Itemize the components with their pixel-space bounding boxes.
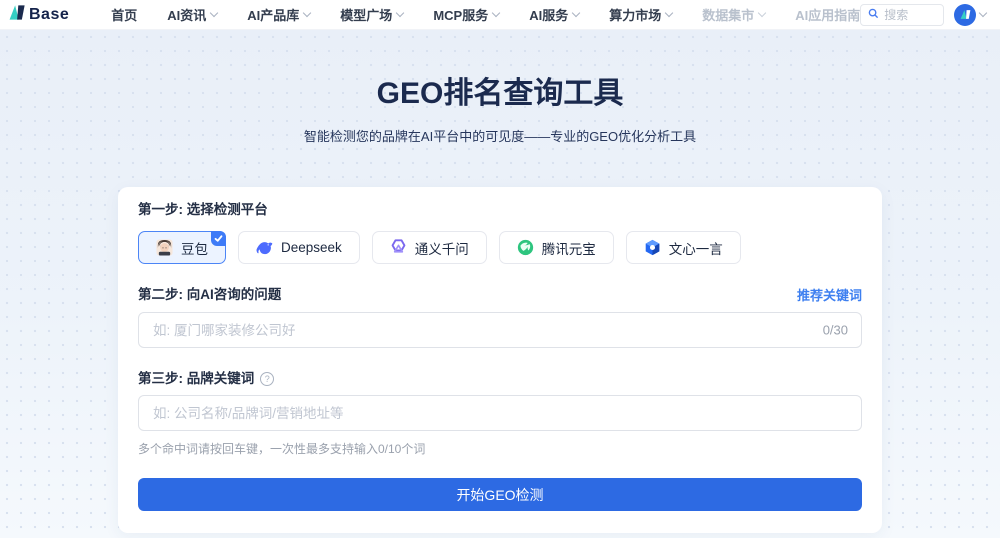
search-box[interactable] <box>860 4 944 26</box>
question-input[interactable] <box>138 312 862 348</box>
chevron-down-icon <box>758 9 766 17</box>
nav-item-3[interactable]: AI产品库 <box>247 5 310 24</box>
selected-check-icon <box>211 231 226 246</box>
tongyi-icon <box>390 239 407 256</box>
chevron-down-icon <box>210 9 218 17</box>
geo-query-card: 第一步: 选择检测平台 豆包 Deepseek 通义千问 腾讯元宝 文心一言 第… <box>118 187 882 533</box>
platform-option-Deepseek[interactable]: Deepseek <box>238 231 360 264</box>
platform-option-豆包[interactable]: 豆包 <box>138 231 226 264</box>
nav-item-8[interactable]: 数据集市 <box>702 5 765 24</box>
nav-item-5[interactable]: MCP服务 <box>433 5 499 24</box>
start-geo-check-button[interactable]: 开始GEO检测 <box>138 478 862 511</box>
platform-option-文心一言[interactable]: 文心一言 <box>626 231 741 264</box>
chevron-down-icon <box>492 9 500 17</box>
logo-text: Base <box>29 6 69 24</box>
nav-item-6[interactable]: AI服务 <box>529 5 579 24</box>
platform-option-腾讯元宝[interactable]: 腾讯元宝 <box>499 231 614 264</box>
chevron-down-icon <box>396 9 404 17</box>
deepseek-icon <box>256 239 273 256</box>
platform-options: 豆包 Deepseek 通义千问 腾讯元宝 文心一言 <box>138 231 862 264</box>
step1-label: 第一步: 选择检测平台 <box>138 202 862 218</box>
brand-keywords-input[interactable] <box>138 395 862 431</box>
chevron-down-icon <box>572 9 580 17</box>
nav-item-2[interactable]: AI资讯 <box>167 5 217 24</box>
platform-option-通义千问[interactable]: 通义千问 <box>372 231 487 264</box>
nav-item-9[interactable]: AI应用指南 <box>795 5 860 24</box>
help-icon[interactable]: ? <box>260 372 274 386</box>
doubao-icon <box>156 239 173 256</box>
aibase-logo-icon <box>8 3 27 27</box>
avatar[interactable] <box>954 4 976 26</box>
page-title: GEO排名查询工具 <box>0 76 1000 112</box>
question-char-counter: 0/30 <box>823 323 848 338</box>
aibase-logo[interactable]: Base <box>8 3 69 27</box>
step2-label: 第二步: 向AI咨询的问题 <box>138 287 281 303</box>
wenxin-icon <box>644 239 661 256</box>
nav-item-7[interactable]: 算力市场 <box>609 5 672 24</box>
nav-item-4[interactable]: 模型广场 <box>340 5 403 24</box>
nav-menu: 首页 AI资讯 AI产品库 模型广场 MCP服务 AI服务 算力市场 数据集市 … <box>111 5 860 24</box>
user-menu[interactable] <box>954 4 986 26</box>
keywords-hint: 多个命中词请按回车键，一次性最多支持输入0/10个词 <box>138 440 862 457</box>
hero-section: GEO排名查询工具 智能检测您的品牌在AI平台中的可见度——专业的GEO优化分析… <box>0 30 1000 146</box>
page-background: GEO排名查询工具 智能检测您的品牌在AI平台中的可见度——专业的GEO优化分析… <box>0 30 1000 538</box>
step3-label: 第三步: 品牌关键词 <box>138 371 254 387</box>
search-icon <box>868 6 879 24</box>
chevron-down-icon <box>979 9 987 17</box>
search-input[interactable] <box>884 8 934 22</box>
top-navbar: Base 首页 AI资讯 AI产品库 模型广场 MCP服务 AI服务 算力市场 … <box>0 0 1000 30</box>
nav-item-1[interactable]: 首页 <box>111 5 137 24</box>
chevron-down-icon <box>665 9 673 17</box>
recommend-keywords-link[interactable]: 推荐关键词 <box>797 285 862 304</box>
yuanbao-icon <box>517 239 534 256</box>
chevron-down-icon <box>303 9 311 17</box>
page-subtitle: 智能检测您的品牌在AI平台中的可见度——专业的GEO优化分析工具 <box>0 128 1000 146</box>
